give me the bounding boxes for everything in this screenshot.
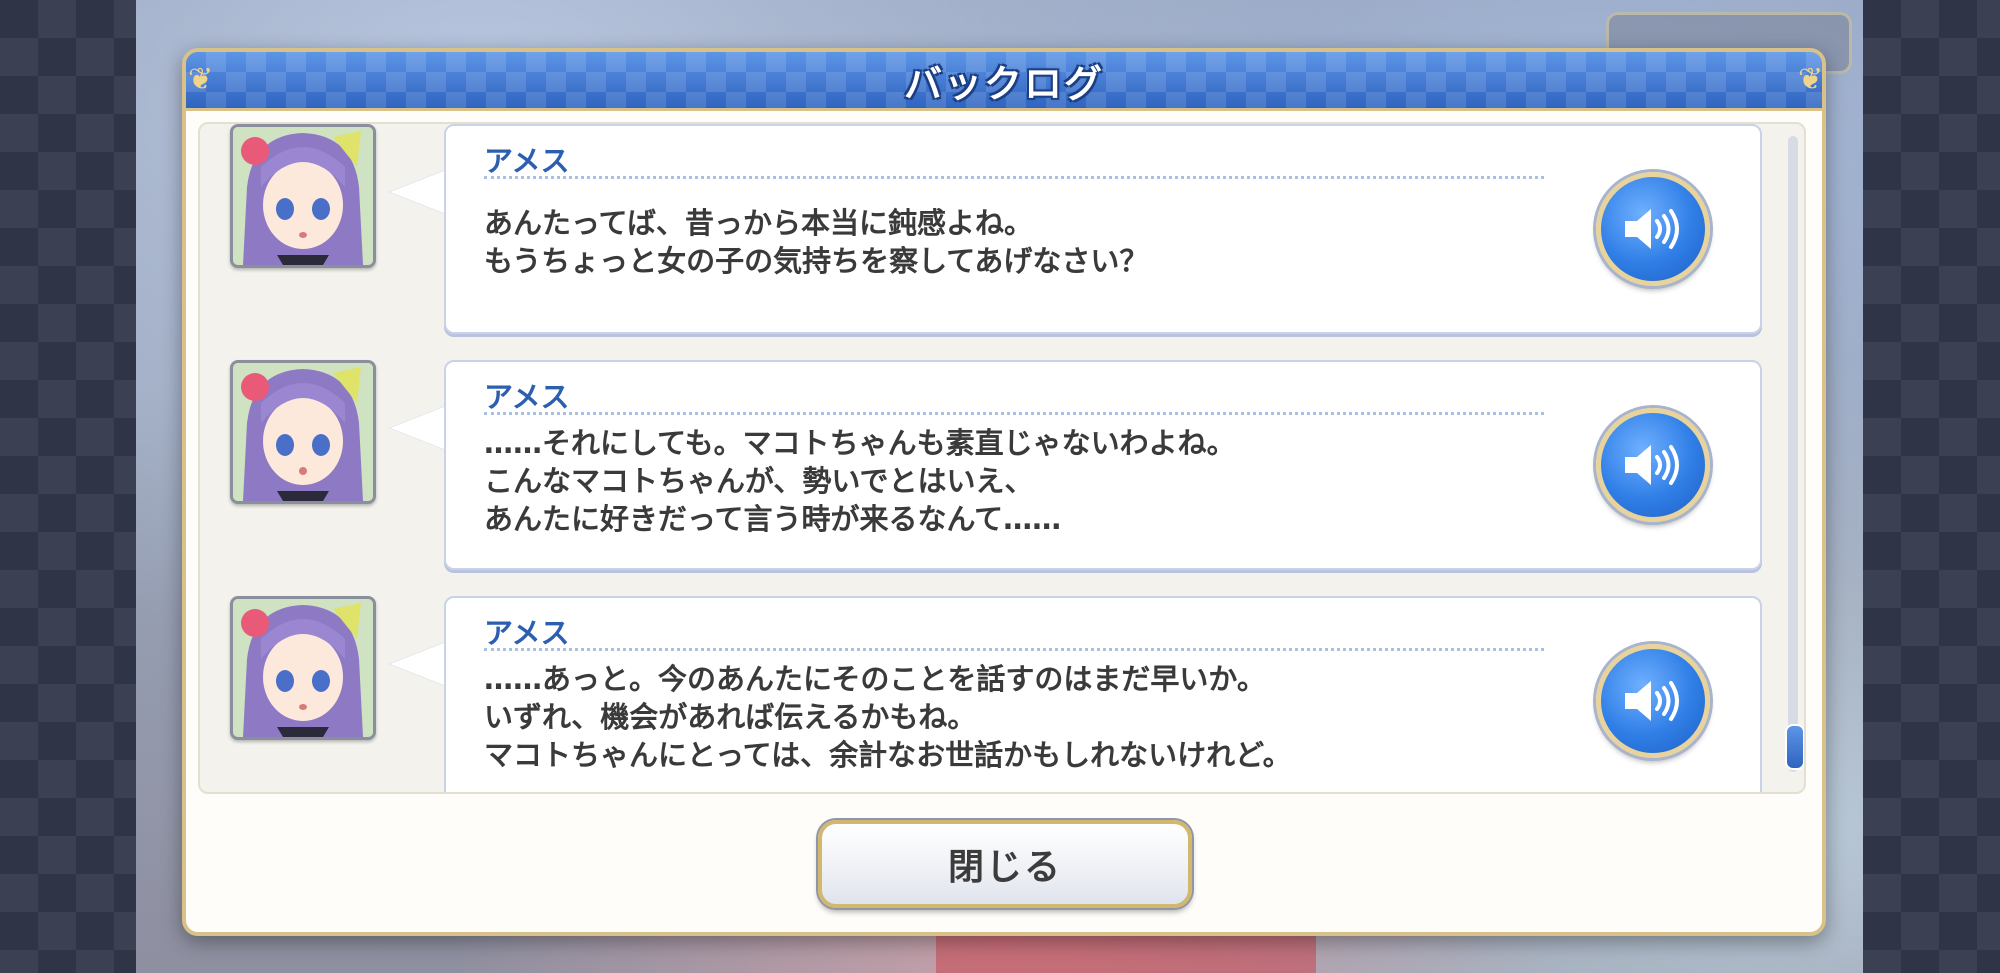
close-button[interactable]: 閉じる <box>818 820 1192 908</box>
close-button-label: 閉じる <box>947 847 1062 888</box>
left-side-pattern <box>0 0 136 973</box>
portrait-image <box>233 363 373 501</box>
title-bar: ❦ バックログ ❦ <box>186 52 1824 111</box>
speech-bubble: アメス ……それにしても。マコトちゃんも素直じゃないわよね。 こんなマコトちゃん… <box>444 360 1762 570</box>
portrait-image <box>233 599 373 737</box>
speaker-sound-icon <box>1625 445 1679 485</box>
dialogue-line: ……あっと。今のあんたにそのことを話すのはまだ早いか。 <box>484 662 1266 696</box>
speech-bubble-tail <box>390 406 446 450</box>
backlog-entry: アメス あんたってば、昔っから本当に鈍感よね。 もうちょっと女の子の気持ちを察し… <box>200 124 1770 336</box>
dialogue-text: ……あっと。今のあんたにそのことを話すのはまだ早いか。 いずれ、機会があれば伝え… <box>484 660 1530 774</box>
play-voice-button[interactable] <box>1596 172 1710 286</box>
dialogue-line: マコトちゃんにとっては、余計なお世話かもしれないけれど。 <box>484 738 1292 772</box>
dialogue-line: もうちょっと女の子の気持ちを察してあげなさい？ <box>484 244 1149 278</box>
dialogue-line: あんたに好きだって言う時が来るなんて…… <box>484 502 1062 536</box>
dialogue-text: あんたってば、昔っから本当に鈍感よね。 もうちょっと女の子の気持ちを察してあげな… <box>484 204 1530 280</box>
dialogue-line: こんなマコトちゃんが、勢いでとはいえ、 <box>484 464 1034 498</box>
dialogue-text: ……それにしても。マコトちゃんも素直じゃないわよね。 こんなマコトちゃんが、勢い… <box>484 424 1530 538</box>
backlog-dialog: ❦ バックログ ❦ アメス あんたってば、昔っから本当に鈍感よね。 もうちょっと… <box>182 48 1826 936</box>
speech-bubble-tail <box>390 170 446 214</box>
background-decoration <box>936 930 1316 973</box>
dialogue-line: ……それにしても。マコトちゃんも素直じゃないわよね。 <box>484 426 1236 460</box>
dotted-divider <box>484 648 1544 651</box>
speaker-sound-icon <box>1625 209 1679 249</box>
play-voice-button[interactable] <box>1596 408 1710 522</box>
speaker-name: アメス <box>484 380 570 414</box>
speech-bubble: アメス ……あっと。今のあんたにそのことを話すのはまだ早いか。 いずれ、機会があ… <box>444 596 1762 792</box>
dialogue-line: いずれ、機会があれば伝えるかもね。 <box>484 700 977 734</box>
backlog-list[interactable]: アメス あんたってば、昔っから本当に鈍感よね。 もうちょっと女の子の気持ちを察し… <box>198 122 1806 794</box>
speech-bubble-tail <box>390 642 446 686</box>
scrollbar-thumb[interactable] <box>1785 724 1804 770</box>
scrollbar[interactable] <box>1785 136 1804 772</box>
backlog-entry: アメス ……それにしても。マコトちゃんも素直じゃないわよね。 こんなマコトちゃん… <box>200 360 1770 572</box>
right-side-pattern <box>1863 0 2000 973</box>
portrait-image <box>233 127 373 265</box>
speaker-name: アメス <box>484 144 570 178</box>
corner-ornament-right: ❦ <box>1798 62 1824 97</box>
character-avatar <box>230 596 376 740</box>
dotted-divider <box>484 176 1544 179</box>
speaker-sound-icon <box>1625 681 1679 721</box>
dotted-divider <box>484 412 1544 415</box>
character-avatar <box>230 124 376 268</box>
dialogue-line: あんたってば、昔っから本当に鈍感よね。 <box>484 206 1033 240</box>
backlog-entry: アメス ……あっと。今のあんたにそのことを話すのはまだ早いか。 いずれ、機会があ… <box>200 596 1770 792</box>
speech-bubble: アメス あんたってば、昔っから本当に鈍感よね。 もうちょっと女の子の気持ちを察し… <box>444 124 1762 334</box>
corner-ornament-left: ❦ <box>188 62 214 97</box>
play-voice-button[interactable] <box>1596 644 1710 758</box>
speaker-name: アメス <box>484 616 570 650</box>
dialog-title: バックログ <box>903 61 1104 106</box>
character-avatar <box>230 360 376 504</box>
